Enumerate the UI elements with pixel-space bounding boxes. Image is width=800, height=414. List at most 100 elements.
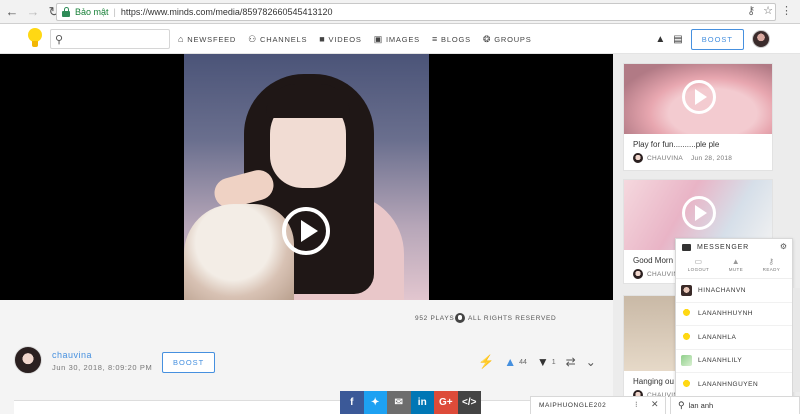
back-arrow-icon[interactable]: ← xyxy=(3,3,21,21)
card-author[interactable]: CHAUVINA xyxy=(647,155,683,162)
nav-label: VIDEOS xyxy=(328,34,362,44)
url-text: https://www.minds.com/media/859782660545… xyxy=(120,7,333,17)
play-icon[interactable] xyxy=(282,207,330,255)
share-twitter-button[interactable]: ✦ xyxy=(363,391,387,414)
nav-images[interactable]: ▣ IMAGES xyxy=(374,34,420,45)
chat-contact-name: MAIPHUONGLE202 xyxy=(539,402,607,409)
license-text: ALL RIGHTS RESERVED xyxy=(468,314,557,322)
chevron-down-icon[interactable]: ⌄ xyxy=(586,355,596,369)
chat-window-bar[interactable]: MAIPHUONGLE202 ⁝ ✕ xyxy=(530,396,666,414)
share-linkedin-button[interactable]: in xyxy=(410,391,434,414)
key-icon[interactable]: ⚷ xyxy=(747,4,755,17)
nav-blogs[interactable]: ≡ BLOGS xyxy=(432,34,471,44)
wallet-icon[interactable]: ▤ xyxy=(673,34,682,45)
contact-item[interactable]: LANANHNGUYEN xyxy=(676,373,792,397)
share-email-button[interactable]: ✉ xyxy=(387,391,411,414)
gear-icon[interactable]: ⚙ xyxy=(780,242,787,251)
browser-toolbar: ← → ↻ Bảo mật | https://www.minds.com/me… xyxy=(0,0,800,24)
site-header: ⚲ ⌂ NEWSFEED ⚇ CHANNELS ■ VIDEOS ▣ IMAGE… xyxy=(0,24,800,54)
tool-label: MUTE xyxy=(728,267,744,272)
secure-label: Bảo mật xyxy=(75,7,109,17)
contact-item[interactable]: LANANHHUYNH xyxy=(676,303,792,326)
blog-icon: ≡ xyxy=(431,34,439,44)
related-video-card[interactable]: Play for fun..........ple ple CHAUVINA J… xyxy=(623,63,773,171)
contact-search-input[interactable] xyxy=(688,401,779,410)
nav-newsfeed[interactable]: ⌂ NEWSFEED xyxy=(178,34,236,44)
minds-logo-icon[interactable] xyxy=(28,28,42,50)
messenger-tools: ▭ LOGOUT ▲ MUTE ⚷ READY xyxy=(676,255,792,272)
url-separator: | xyxy=(113,7,116,17)
author-avatar xyxy=(633,269,643,279)
owner-avatar[interactable] xyxy=(14,346,42,374)
contact-item[interactable]: LANANHLILY xyxy=(676,350,792,373)
boost-post-button[interactable]: BOOST xyxy=(162,352,216,373)
page-scrollbar[interactable] xyxy=(793,288,800,392)
boost-button[interactable]: BOOST xyxy=(690,28,744,50)
contact-item[interactable]: HINACHANVN xyxy=(676,279,792,303)
messenger-panel: MESSENGER ⚙ ▭ LOGOUT ▲ MUTE ⚷ READY HINA… xyxy=(675,238,793,398)
groups-icon: ❂ xyxy=(482,33,492,44)
thumbs-up-count: 44 xyxy=(519,358,527,366)
messenger-title: MESSENGER xyxy=(697,243,749,251)
card-date: Jun 28, 2018 xyxy=(691,154,733,162)
content-card-edge xyxy=(14,400,604,414)
address-bar[interactable]: Bảo mật | https://www.minds.com/media/85… xyxy=(56,3,776,21)
contact-avatar xyxy=(681,308,692,320)
contact-item[interactable]: LANANHLA xyxy=(676,326,792,350)
home-icon: ⌂ xyxy=(178,34,185,44)
owner-name[interactable]: chauvina xyxy=(52,350,92,360)
tool-label: LOGOUT xyxy=(687,267,710,272)
logout-icon: ▭ xyxy=(694,257,703,266)
menu-dots-icon[interactable]: ⋮ xyxy=(781,4,792,17)
forward-arrow-icon[interactable]: → xyxy=(24,3,42,21)
post-date: Jun 30, 2018, 8:09:20 PM xyxy=(52,363,153,372)
lock-icon xyxy=(61,7,71,17)
bell-icon[interactable]: ▲ xyxy=(655,34,665,45)
nav-label: GROUPS xyxy=(494,34,532,44)
search-icon: ⚲ xyxy=(55,33,64,46)
contact-avatar xyxy=(681,284,692,296)
contact-name: HINACHANVN xyxy=(698,286,746,294)
messenger-header[interactable]: MESSENGER xyxy=(676,239,792,255)
share-bar: f ✦ ✉ in G+ </> xyxy=(340,391,481,414)
contact-avatar xyxy=(681,355,692,367)
card-title[interactable]: Play for fun..........ple ple xyxy=(633,140,772,149)
search-box[interactable]: ⚲ xyxy=(50,29,170,49)
contact-name: LANANHLILY xyxy=(698,357,743,365)
logout-button[interactable]: ▭ LOGOUT xyxy=(688,257,709,272)
chat-icon xyxy=(682,243,691,251)
nav-label: NEWSFEED xyxy=(187,34,237,44)
share-facebook-button[interactable]: f xyxy=(340,391,364,414)
nav-groups[interactable]: ❂ GROUPS xyxy=(483,34,532,45)
thumbs-down-count: 1 xyxy=(551,358,556,366)
ready-button[interactable]: ⚷ READY xyxy=(763,257,781,272)
header-actions: ▲ ▤ BOOST xyxy=(655,24,770,54)
user-avatar[interactable] xyxy=(752,30,770,48)
contact-name: LANANHNGUYEN xyxy=(698,380,759,388)
top-nav: ⌂ NEWSFEED ⚇ CHANNELS ■ VIDEOS ▣ IMAGES … xyxy=(178,24,532,54)
mute-button[interactable]: ▲ MUTE xyxy=(729,257,743,272)
share-googleplus-button[interactable]: G+ xyxy=(434,391,458,414)
bolt-icon[interactable]: ⚡ xyxy=(478,354,494,370)
more-options-icon[interactable]: ⁝ xyxy=(635,400,638,409)
close-icon[interactable]: ✕ xyxy=(651,399,659,410)
thumbs-up-icon: ▲ xyxy=(504,355,517,369)
mute-bell-icon: ▲ xyxy=(731,257,741,266)
video-player[interactable] xyxy=(0,54,613,300)
thumbs-down-button[interactable]: ▼ 1 xyxy=(537,355,556,369)
remind-icon[interactable]: ⇄ xyxy=(566,355,576,369)
people-icon: ⚇ xyxy=(248,33,258,44)
video-thumbnail[interactable] xyxy=(624,64,772,134)
browser-actions: ⚷ ☆ ⋮ xyxy=(747,4,792,17)
key-icon: ⚷ xyxy=(768,257,775,266)
contact-name: LANANHLA xyxy=(698,333,737,341)
thumbs-up-button[interactable]: ▲ 44 xyxy=(504,355,527,369)
share-embed-button[interactable]: </> xyxy=(457,391,481,414)
contact-search-bar: ⚲ xyxy=(670,396,800,414)
search-input[interactable] xyxy=(66,34,163,44)
star-icon[interactable]: ☆ xyxy=(763,4,773,17)
bird-icon: ✦ xyxy=(371,397,380,408)
play-count: 952 PLAYS xyxy=(415,315,455,322)
nav-channels[interactable]: ⚇ CHANNELS xyxy=(248,34,307,45)
nav-videos[interactable]: ■ VIDEOS xyxy=(319,34,361,44)
